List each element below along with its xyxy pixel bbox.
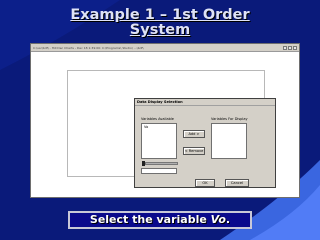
slider-thumb[interactable] <box>142 161 145 166</box>
slider[interactable] <box>142 161 178 166</box>
caption-box: Select the variable Vo. <box>68 211 252 229</box>
slide-title-line-2: System <box>129 22 191 38</box>
close-icon[interactable] <box>293 45 297 50</box>
caption-variable: Vo <box>210 213 226 226</box>
data-display-selection-dialog: Data Display Selection Variables Availab… <box>134 98 276 188</box>
caption-period: . <box>225 213 231 226</box>
add-button[interactable]: Add > <box>183 130 205 138</box>
slide-title: Example 1 – 1st Order System <box>0 8 320 38</box>
cancel-button[interactable]: Cancel <box>225 179 249 187</box>
variables-available-label: Variables Available <box>141 117 174 121</box>
value-field[interactable] <box>141 168 177 174</box>
slide-title-line-1: Example 1 – 1st Order <box>70 7 250 23</box>
slider-track <box>145 162 178 165</box>
ok-button[interactable]: OK <box>195 179 215 187</box>
app-title: C:\usr\bdf\ - Hill Dec Charts - Dec 18 1… <box>33 45 144 50</box>
minimize-icon[interactable] <box>283 45 287 50</box>
app-titlebar: C:\usr\bdf\ - Hill Dec Charts - Dec 18 1… <box>31 44 299 52</box>
variables-available-list[interactable]: Vo <box>141 123 177 159</box>
remove-button[interactable]: < Remove <box>183 147 205 155</box>
dialog-title: Data Display Selection <box>135 99 275 106</box>
list-item[interactable]: Vo <box>142 124 176 130</box>
variables-display-label: Variables For Display <box>211 117 248 121</box>
variables-display-list[interactable] <box>211 123 247 159</box>
maximize-icon[interactable] <box>288 45 292 50</box>
caption-text: Select the variable <box>89 213 211 226</box>
